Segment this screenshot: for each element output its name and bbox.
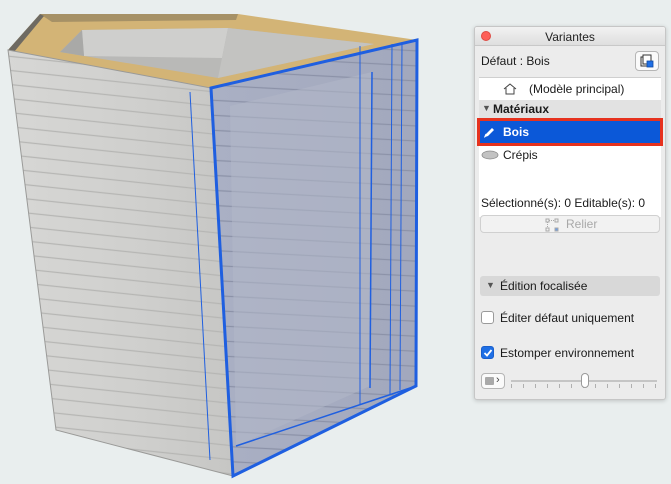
list-item-main-model[interactable]: (Modèle principal) — [479, 78, 661, 100]
stack-settings-icon — [640, 54, 654, 68]
variant-settings-button[interactable] — [635, 51, 659, 71]
chevron-right-icon: › — [496, 374, 500, 386]
section-focused-editing-label: Édition focalisée — [500, 279, 588, 293]
section-focused-editing[interactable]: ▼ Édition focalisée — [480, 276, 660, 296]
disclosure-triangle-icon[interactable]: ▼ — [482, 103, 491, 113]
eye-icon — [481, 150, 499, 160]
list-item-bois[interactable]: Bois — [477, 118, 663, 146]
disclosure-triangle-icon[interactable]: ▼ — [486, 280, 495, 290]
fade-environment-label: Estomper environnement — [500, 346, 635, 360]
link-nodes-icon — [545, 218, 559, 232]
default-variant-label: Défaut : Bois — [481, 54, 550, 68]
fade-environment-checkbox[interactable] — [481, 346, 494, 359]
pencil-icon — [484, 128, 494, 138]
section-materials-label: Matériaux — [493, 102, 550, 116]
panel-titlebar[interactable]: Variantes — [475, 27, 665, 46]
edit-default-only-checkbox[interactable] — [481, 311, 494, 324]
fade-color-button[interactable]: › — [481, 373, 505, 389]
list-item-crepis[interactable]: Crépis — [479, 144, 661, 166]
edit-default-only-label: Éditer défaut uniquement — [500, 311, 635, 325]
variants-panel: Variantes Défaut : Bois (Modèle principa… — [474, 26, 666, 400]
bois-label: Bois — [503, 125, 530, 139]
link-button[interactable]: Relier — [480, 215, 660, 233]
color-swatch-icon — [485, 377, 494, 385]
selection-status: Sélectionné(s): 0 Editable(s): 0 — [481, 196, 646, 210]
panel-title: Variantes — [545, 30, 595, 44]
house-icon — [503, 83, 517, 95]
crepis-label: Crépis — [503, 148, 538, 162]
main-model-label: (Modèle principal) — [529, 82, 625, 96]
checkmark-icon — [483, 349, 493, 357]
link-button-label: Relier — [566, 217, 598, 231]
fade-slider-thumb[interactable] — [581, 373, 589, 388]
fade-amount-slider-row: › — [481, 373, 659, 391]
section-materials[interactable]: ▼ Matériaux — [479, 100, 661, 118]
